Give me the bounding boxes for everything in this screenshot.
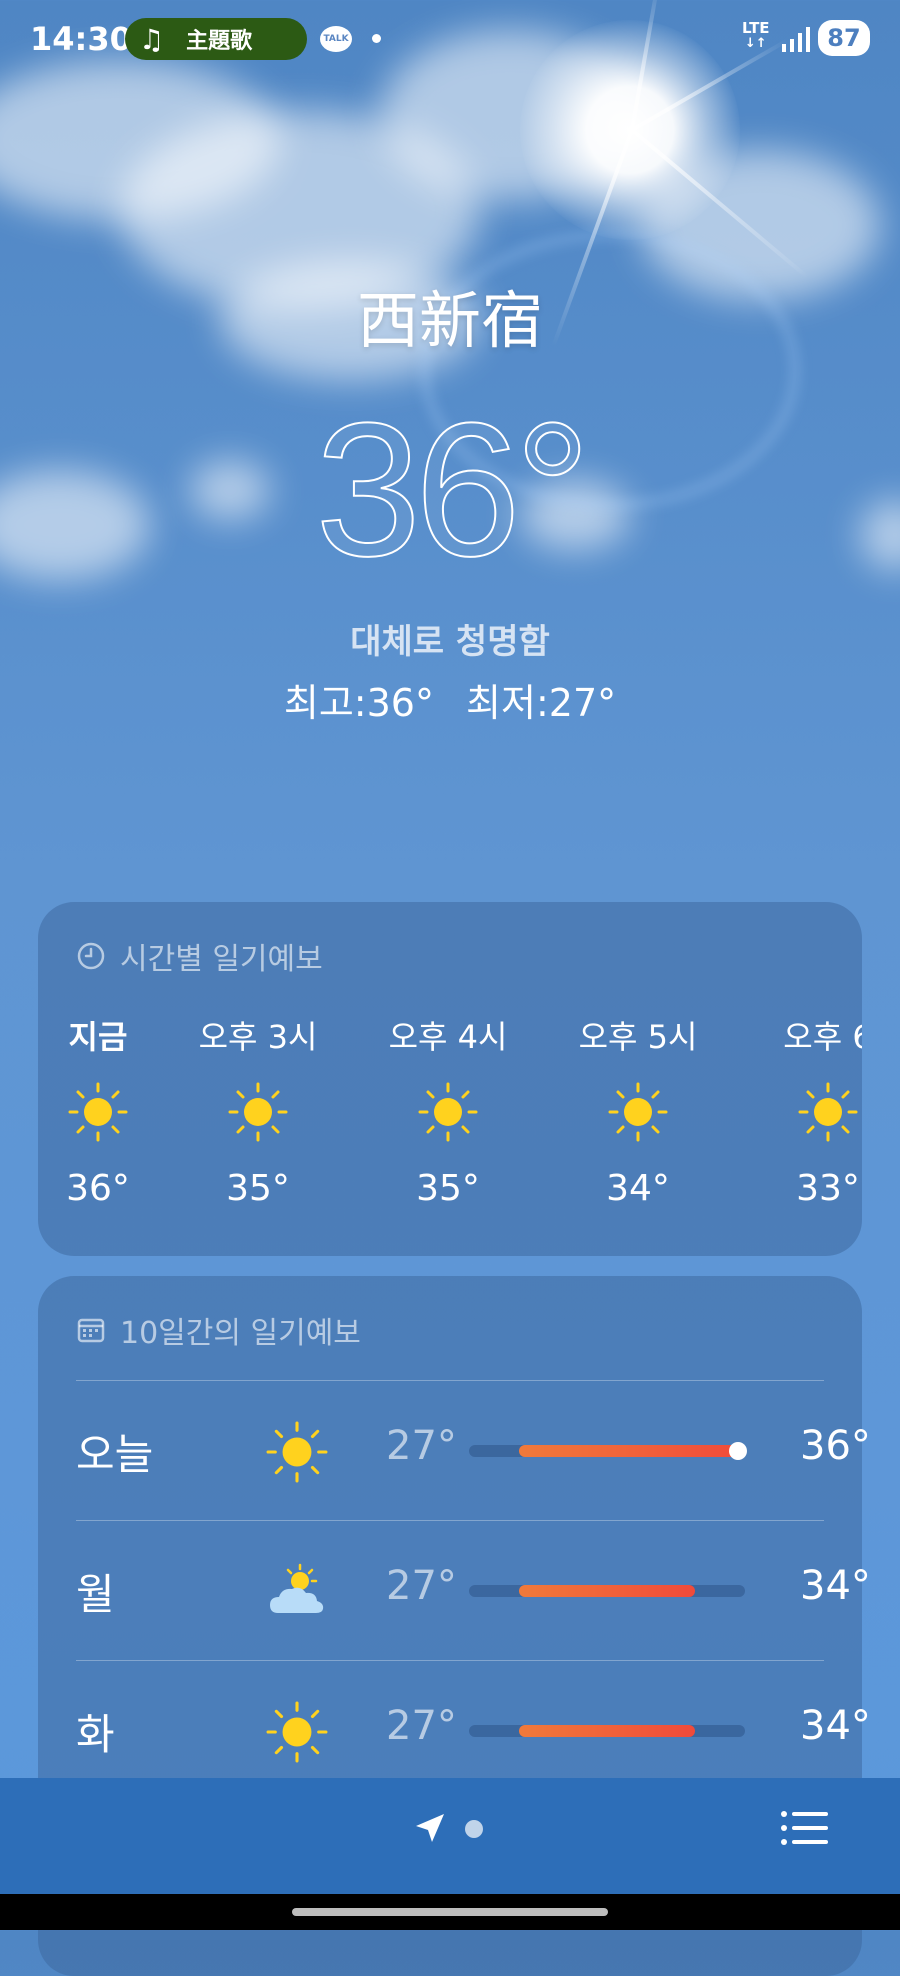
ten-day-forecast-header: 10일간의 일기예보 (76, 1308, 361, 1352)
daily-row[interactable]: 오늘 27° 36° (76, 1380, 871, 1521)
list-icon[interactable] (780, 1808, 830, 1848)
weather-condition: 대체로 청명함 (350, 622, 550, 662)
status-bar: 14:30 ♫ 主題歌 TALK LTE ↓↑ 87 (0, 0, 900, 80)
hour-label: 오후 5시 (578, 1018, 698, 1056)
hour-label: 오후 6 (783, 1018, 862, 1056)
gesture-bar (0, 1894, 900, 1930)
high-temp: 34° (800, 1703, 871, 1749)
hour-column: 오후 6 33° (758, 1012, 862, 1209)
sun-icon (266, 1421, 328, 1483)
bottom-toolbar (0, 1778, 900, 1894)
hour-column: 오후 3시 35° (188, 1012, 328, 1209)
sun-icon (266, 1701, 328, 1763)
location-name: 西新宿 (356, 284, 543, 357)
temperature-range-bar (469, 1442, 747, 1460)
high-temp: 34° (800, 1563, 871, 1609)
day-label: 오늘 (76, 1430, 154, 1479)
temperature-range-fill (518, 1725, 696, 1737)
hour-temp: 36° (66, 1168, 130, 1209)
network-icon: LTE ↓↑ (742, 19, 770, 51)
sun-icon (608, 1082, 668, 1142)
temperature-range-fill (518, 1445, 745, 1457)
network-label: LTE (742, 19, 770, 37)
hour-temp: 35° (416, 1168, 480, 1209)
home-indicator[interactable] (292, 1908, 608, 1916)
day-label: 월 (76, 1570, 115, 1619)
battery-icon: 87 (818, 20, 870, 56)
high-low: 최고:36° 최저:27° (0, 672, 900, 727)
hour-temp: 34° (606, 1168, 670, 1209)
hourly-forecast-header: 시간별 일기예보 (76, 934, 323, 978)
sun-icon (68, 1082, 128, 1142)
low-temp: 27° (386, 1423, 457, 1469)
daily-row[interactable]: 월 27° 34° (76, 1520, 871, 1661)
hour-temp: 33° (796, 1168, 860, 1209)
music-note-icon: ♫ (139, 22, 165, 56)
low-temp: 27° (386, 1703, 457, 1749)
location-arrow-icon[interactable] (410, 1808, 450, 1848)
sun-icon (418, 1082, 478, 1142)
current-temp-marker (729, 1442, 747, 1460)
temperature-range-bar (469, 1585, 745, 1597)
clock-icon (77, 942, 105, 970)
hour-label: 오후 4시 (388, 1018, 508, 1056)
low-temp: 최저:27° (466, 681, 617, 725)
now-playing-title: 主題歌 (186, 29, 253, 54)
ten-day-forecast-title: 10일간의 일기예보 (120, 1316, 361, 1351)
day-label: 화 (76, 1710, 115, 1759)
hourly-forecast-card[interactable]: 시간별 일기예보 지금 36° 오후 3시 35° 오후 4시 35° 오후 5… (38, 902, 862, 1256)
notification-dot-icon (372, 34, 381, 43)
signal-icon (782, 27, 810, 52)
hour-label: 지금 (68, 1018, 128, 1056)
hour-label: 오후 3시 (198, 1018, 318, 1056)
hour-column: 오후 4시 35° (378, 1012, 518, 1209)
partly-cloudy-icon (270, 1563, 324, 1613)
hourly-forecast-title: 시간별 일기예보 (120, 942, 323, 977)
low-temp: 27° (386, 1563, 457, 1609)
talk-icon: TALK (320, 26, 352, 52)
page-indicator-dot[interactable] (465, 1820, 483, 1838)
temperature-range-fill (518, 1585, 696, 1597)
hour-temp: 35° (226, 1168, 290, 1209)
high-temp: 36° (800, 1423, 871, 1469)
temperature-range-bar (469, 1725, 745, 1737)
high-temp: 최고:36° (283, 681, 434, 725)
current-temperature: 36° (314, 384, 591, 596)
hour-column: 오후 5시 34° (568, 1012, 708, 1209)
now-playing-pill[interactable]: ♫ 主題歌 (125, 18, 307, 60)
status-time: 14:30 (30, 20, 132, 58)
sun-icon (228, 1082, 288, 1142)
calendar-icon (77, 1318, 105, 1343)
hour-column: 지금 36° (38, 1012, 168, 1209)
sun-icon (798, 1082, 858, 1142)
